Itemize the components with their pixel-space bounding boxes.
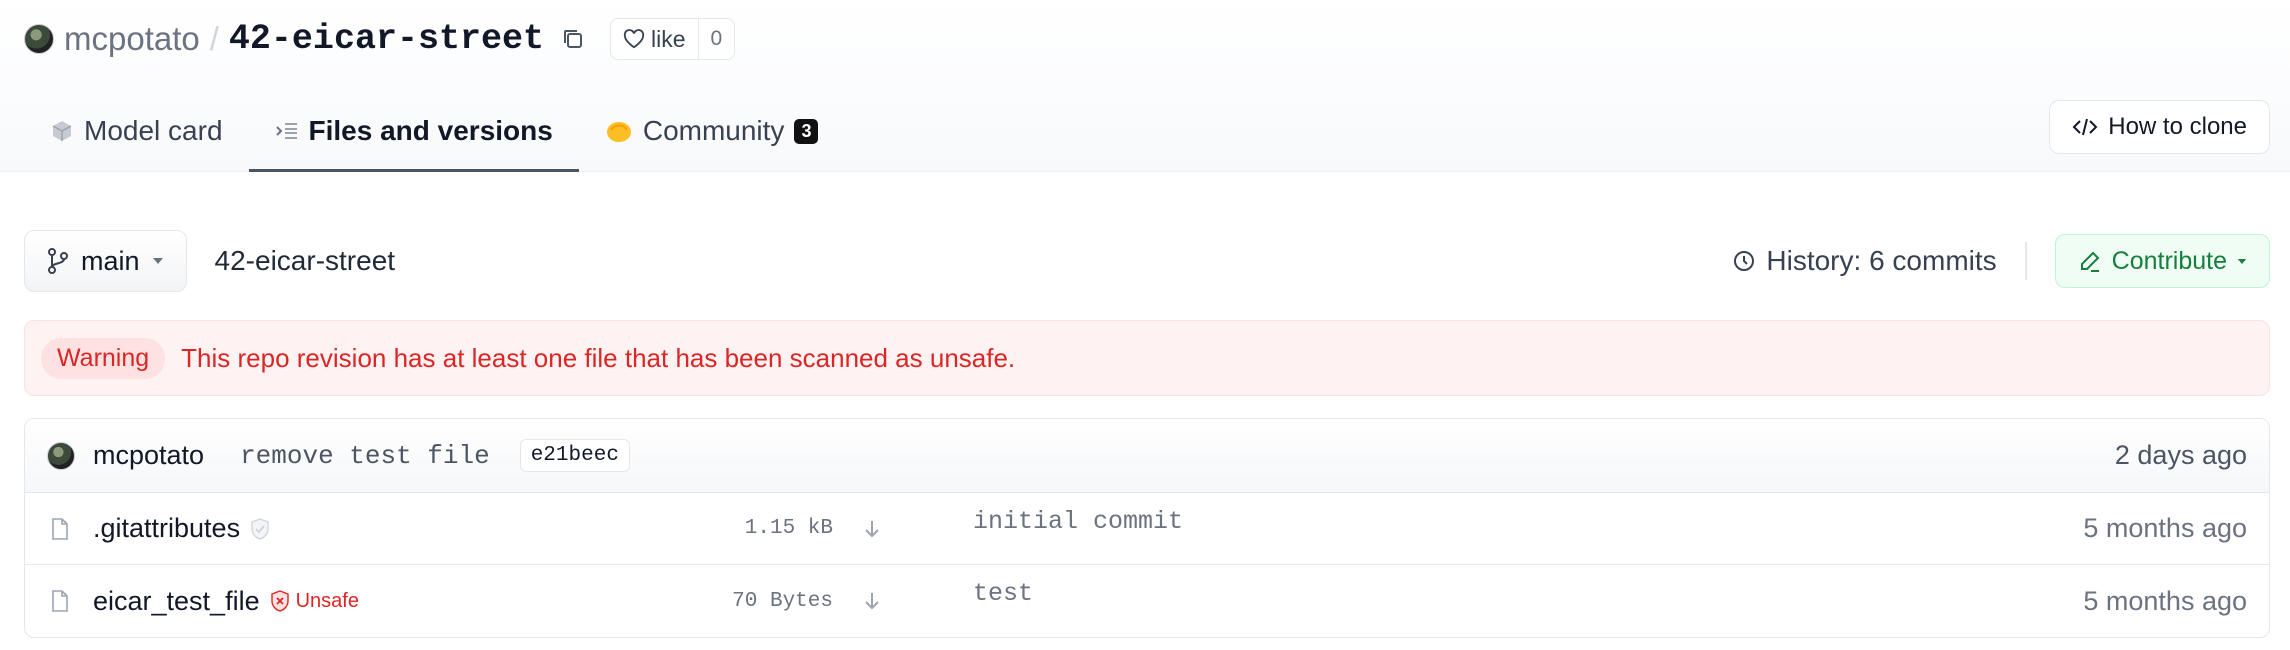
unsafe-warning-banner: Warning This repo revision has at least … bbox=[24, 320, 2270, 396]
how-to-clone-button[interactable]: How to clone bbox=[2049, 100, 2270, 154]
file-size: 70 Bytes bbox=[732, 589, 833, 613]
file-time: 5 months ago bbox=[2083, 585, 2247, 616]
history-link[interactable]: History: 6 commits bbox=[1732, 242, 2027, 280]
tab-label: Files and versions bbox=[308, 115, 553, 146]
commit-author-avatar[interactable] bbox=[47, 441, 75, 470]
tab-files-and-versions[interactable]: Files and versions bbox=[248, 90, 580, 172]
like-label: like bbox=[650, 25, 686, 52]
commit-sha[interactable]: e21beec bbox=[519, 439, 630, 472]
commit-message[interactable]: remove test file bbox=[240, 441, 490, 471]
caret-down-icon bbox=[2237, 258, 2247, 264]
history-label: History: 6 commits bbox=[1766, 245, 1997, 276]
branch-name: main bbox=[81, 245, 140, 276]
file-time: 5 months ago bbox=[2083, 513, 2247, 543]
file-row[interactable]: .gitattributes 1.15 kB initial commit 5 … bbox=[25, 493, 2269, 565]
repo-title-bar: mcpotato / 42-eicar-street like 0 bbox=[24, 16, 736, 62]
code-icon bbox=[2072, 118, 2098, 136]
cube-icon bbox=[52, 121, 72, 141]
tab-model-card[interactable]: Model card bbox=[24, 90, 249, 172]
like-count: 0 bbox=[697, 19, 735, 59]
tab-label: Community bbox=[642, 115, 785, 146]
warning-text: This repo revision has at least one file… bbox=[181, 342, 1016, 373]
contribute-button[interactable]: Contribute bbox=[2054, 234, 2270, 288]
clone-label: How to clone bbox=[2108, 113, 2247, 140]
like-button[interactable]: like 0 bbox=[609, 18, 736, 60]
file-commit-message[interactable]: test bbox=[973, 579, 1033, 608]
last-commit-row: mcpotato remove test file e21beec 2 days… bbox=[25, 419, 2269, 493]
tab-label: Model card bbox=[84, 115, 223, 146]
files-icon bbox=[275, 123, 297, 139]
git-branch-icon bbox=[48, 248, 68, 274]
clock-icon bbox=[1734, 251, 1755, 271]
pencil-icon bbox=[2080, 251, 2100, 272]
community-icon bbox=[606, 122, 631, 142]
commit-time: 2 days ago bbox=[2114, 440, 2247, 470]
file-list: mcpotato remove test file e21beec 2 days… bbox=[24, 418, 2270, 638]
branch-bar: main 42-eicar-street History: 6 commits … bbox=[24, 230, 2270, 292]
branch-selector[interactable]: main bbox=[24, 230, 187, 292]
path-separator: / bbox=[209, 20, 219, 57]
current-path: 42-eicar-street bbox=[214, 245, 396, 276]
repo-header: mcpotato / 42-eicar-street like 0 Model … bbox=[0, 0, 2290, 172]
repo-name-link[interactable]: 42-eicar-street bbox=[229, 19, 544, 59]
warning-tag: Warning bbox=[41, 337, 166, 379]
heart-icon bbox=[623, 29, 645, 49]
file-size: 1.15 kB bbox=[744, 517, 833, 540]
commit-author[interactable]: mcpotato bbox=[93, 440, 204, 471]
download-icon[interactable] bbox=[863, 518, 881, 540]
contribute-label: Contribute bbox=[2111, 246, 2227, 275]
repo-owner-link[interactable]: mcpotato bbox=[64, 20, 200, 58]
copy-icon[interactable] bbox=[558, 24, 588, 54]
tab-community[interactable]: Community 3 bbox=[579, 90, 845, 172]
repo-tabs: Model card Files and versions Community … bbox=[24, 90, 844, 172]
owner-avatar[interactable] bbox=[24, 24, 54, 54]
caret-down-icon bbox=[152, 258, 163, 264]
community-count-badge: 3 bbox=[794, 118, 819, 144]
download-icon[interactable] bbox=[863, 590, 881, 612]
file-row[interactable]: eicar_test_file Unsafe 70 Bytes test 5 m… bbox=[25, 565, 2269, 637]
file-commit-message[interactable]: initial commit bbox=[973, 507, 1183, 536]
